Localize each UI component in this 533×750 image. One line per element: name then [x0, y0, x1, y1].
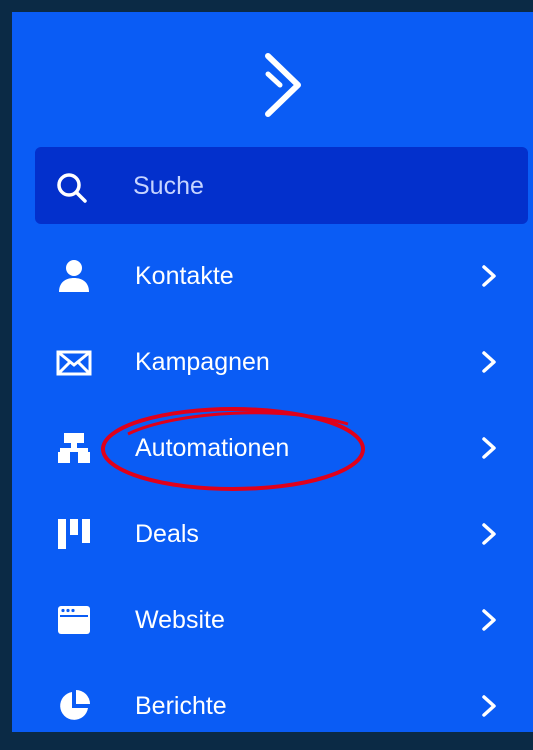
nav-item-automationen[interactable]: Automationen — [12, 406, 533, 492]
nav-item-label: Website — [135, 606, 225, 634]
nav-item-label: Kampagnen — [135, 348, 270, 376]
nav-item-kontakte[interactable]: Kontakte — [12, 234, 533, 320]
nav-item-deals[interactable]: Deals — [12, 492, 533, 578]
chevron-right-icon — [482, 265, 496, 287]
nav-item-label: Automationen — [135, 434, 290, 462]
nav-item-label: Deals — [135, 520, 199, 548]
activecampaign-logo-icon[interactable] — [258, 44, 306, 126]
nav-item-label: Kontakte — [135, 262, 234, 290]
pie-chart-icon — [60, 690, 90, 720]
screenshot-frame: Kontakte Kampagnen — [0, 0, 533, 732]
search-icon — [57, 173, 87, 203]
search-input[interactable] — [131, 165, 495, 207]
chevron-right-icon — [482, 523, 496, 545]
browser-window-icon — [58, 606, 90, 634]
nav-item-kampagnen[interactable]: Kampagnen — [12, 320, 533, 406]
chevron-right-icon — [482, 437, 496, 459]
chevron-right-icon — [482, 609, 496, 631]
workflow-icon — [58, 433, 90, 463]
nav-item-berichte[interactable]: Berichte — [12, 664, 533, 750]
sidebar: Kontakte Kampagnen — [12, 12, 533, 732]
chevron-right-icon — [482, 695, 496, 717]
nav-item-website[interactable]: Website — [12, 578, 533, 664]
person-icon — [59, 260, 89, 292]
envelope-icon — [56, 350, 92, 376]
search-bar[interactable] — [35, 147, 528, 224]
chevron-right-icon — [482, 351, 496, 373]
pipeline-icon — [58, 519, 90, 549]
nav-item-label: Berichte — [135, 692, 227, 720]
